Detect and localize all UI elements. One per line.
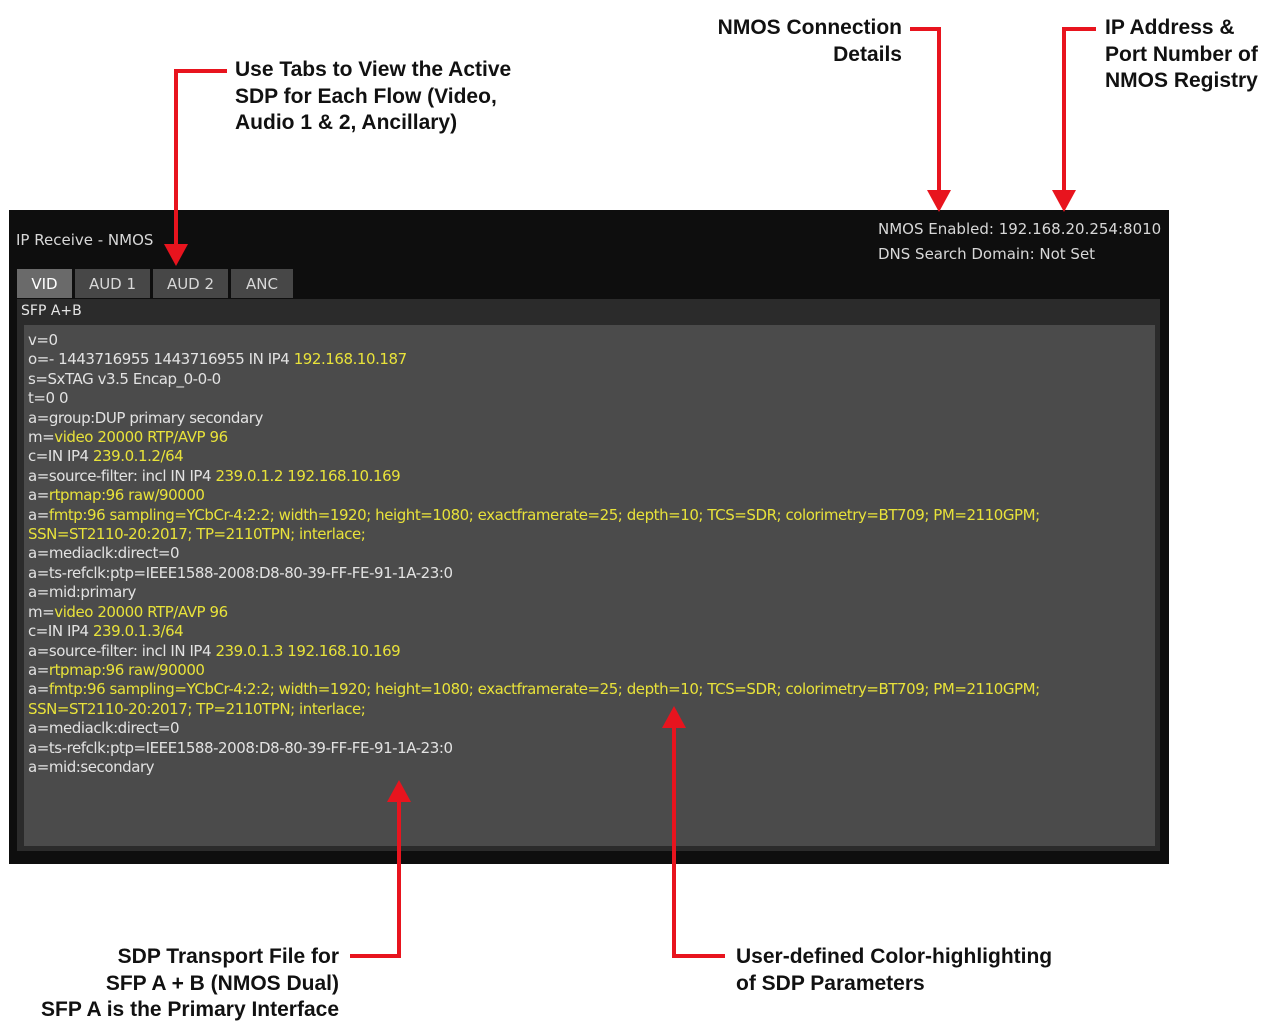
annotation-arrows: [164, 27, 1096, 958]
arrow-color-highlight: [672, 722, 725, 958]
arrow-nmos-connection: [910, 27, 941, 194]
arrow-tabs: [174, 69, 227, 250]
arrowhead-color-highlight: [662, 706, 686, 728]
arrow-registry: [1062, 27, 1096, 194]
arrowhead-tabs: [164, 244, 188, 266]
arrowhead-sdp-file: [387, 780, 411, 802]
arrowhead-nmos-connection: [927, 190, 951, 212]
arrow-sdp-file: [350, 796, 401, 958]
arrowhead-registry: [1052, 190, 1076, 212]
